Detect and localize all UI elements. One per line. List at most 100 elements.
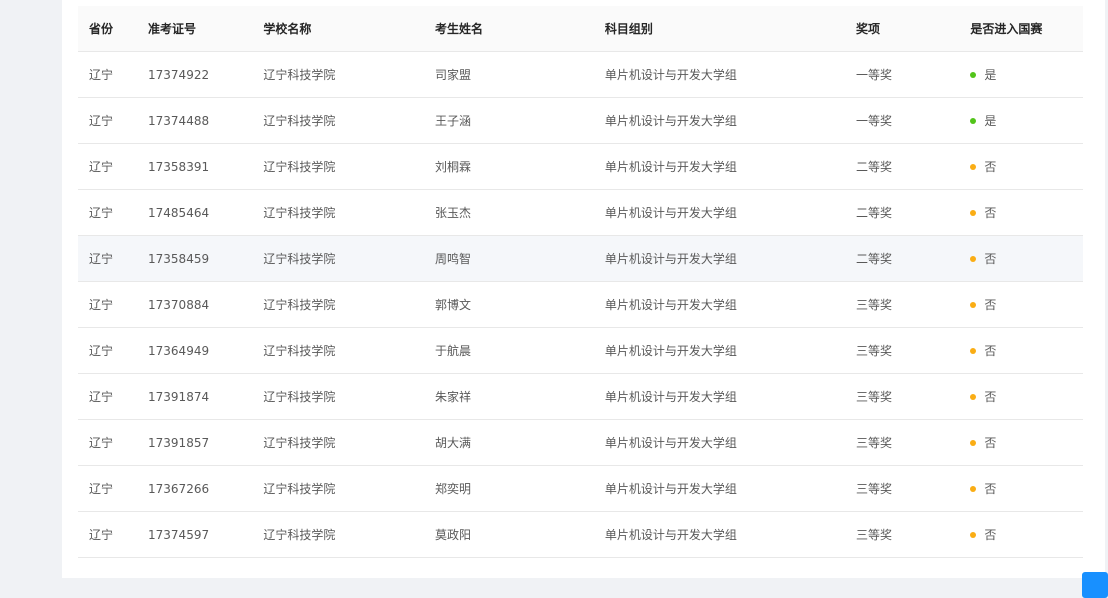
- cell-national-status: 否: [959, 388, 1083, 405]
- cell-award: 三等奖: [855, 436, 892, 450]
- cell-exam-id: 17358459: [148, 251, 210, 266]
- cell-province: 辽宁: [89, 390, 114, 404]
- cell-school: 辽宁科技学院: [263, 344, 336, 358]
- table-row[interactable]: 辽宁 17374922 辽宁科技学院 司家盟 单片机设计与开发大学组 一等奖 是: [78, 52, 1083, 98]
- cell-province: 辽宁: [89, 160, 114, 174]
- cell-group: 单片机设计与开发大学组: [604, 482, 737, 496]
- cell-exam-id: 17370884: [148, 297, 210, 312]
- cell-national-status: 否: [959, 526, 1083, 543]
- cell-province: 辽宁: [89, 298, 114, 312]
- status-dot-icon: [970, 485, 977, 492]
- cell-name: 胡大满: [435, 436, 472, 450]
- cell-group: 单片机设计与开发大学组: [604, 114, 737, 128]
- cell-school: 辽宁科技学院: [263, 252, 336, 266]
- table-row[interactable]: 辽宁 17367266 辽宁科技学院 郑奕明 单片机设计与开发大学组 三等奖 否: [78, 466, 1083, 512]
- cell-award: 二等奖: [855, 252, 892, 266]
- header-national[interactable]: 是否进入国赛: [959, 20, 1083, 37]
- status-label: 否: [984, 482, 997, 496]
- table-row[interactable]: 辽宁 17358391 辽宁科技学院 刘桐霖 单片机设计与开发大学组 二等奖 否: [78, 144, 1083, 190]
- cell-national-status: 否: [959, 434, 1083, 451]
- status-label: 是: [984, 114, 997, 128]
- table-body: 辽宁 17374922 辽宁科技学院 司家盟 单片机设计与开发大学组 一等奖是辽宁 1737…: [78, 52, 1083, 558]
- cell-name: 郑奕明: [435, 482, 472, 496]
- cell-exam-id: 17485464: [148, 205, 210, 220]
- status-dot-icon: [970, 163, 977, 170]
- table-header: 省份 准考证号 学校名称 考生姓名 科目组别 奖项 是否进入国赛: [78, 6, 1083, 52]
- table-row[interactable]: 辽宁 17374488 辽宁科技学院 王子涵 单片机设计与开发大学组 一等奖 是: [78, 98, 1083, 144]
- cell-province: 辽宁: [89, 436, 114, 450]
- table-row[interactable]: 辽宁 17370884 辽宁科技学院 郭博文 单片机设计与开发大学组 三等奖 否: [78, 282, 1083, 328]
- cell-award: 一等奖: [855, 68, 892, 82]
- cell-province: 辽宁: [89, 252, 114, 266]
- cell-exam-id: 17391857: [148, 435, 210, 450]
- cell-exam-id: 17374488: [148, 113, 210, 128]
- status-label: 否: [984, 252, 997, 266]
- header-province[interactable]: 省份: [78, 20, 137, 37]
- header-name[interactable]: 考生姓名: [424, 20, 594, 37]
- cell-group: 单片机设计与开发大学组: [604, 298, 737, 312]
- table-row[interactable]: 辽宁 17364949 辽宁科技学院 于航晨 单片机设计与开发大学组 三等奖 否: [78, 328, 1083, 374]
- cell-name: 莫政阳: [435, 528, 472, 542]
- status-label: 是: [984, 68, 997, 82]
- cell-national-status: 否: [959, 342, 1083, 359]
- cell-award: 二等奖: [855, 160, 892, 174]
- page-button-current[interactable]: [1082, 572, 1108, 598]
- status-dot-icon: [970, 117, 977, 124]
- cell-name: 周鸣智: [435, 252, 472, 266]
- status-label: 否: [984, 344, 997, 358]
- cell-award: 三等奖: [855, 390, 892, 404]
- status-dot-icon: [970, 255, 977, 262]
- status-dot-icon: [970, 71, 977, 78]
- cell-award: 三等奖: [855, 298, 892, 312]
- status-label: 否: [984, 390, 997, 404]
- status-dot-icon: [970, 301, 977, 308]
- header-school[interactable]: 学校名称: [252, 20, 424, 37]
- cell-name: 于航晨: [435, 344, 472, 358]
- cell-province: 辽宁: [89, 206, 114, 220]
- cell-name: 朱家祥: [435, 390, 472, 404]
- cell-group: 单片机设计与开发大学组: [604, 436, 737, 450]
- results-card: 省份 准考证号 学校名称 考生姓名 科目组别 奖项 是否进入国赛 辽宁 17374…: [62, 0, 1108, 598]
- cell-name: 张玉杰: [435, 206, 472, 220]
- cell-exam-id: 17367266: [148, 481, 210, 496]
- cell-school: 辽宁科技学院: [263, 114, 336, 128]
- cell-province: 辽宁: [89, 68, 114, 82]
- cell-national-status: 是: [959, 66, 1083, 83]
- cell-exam-id: 17374597: [148, 527, 210, 542]
- cell-school: 辽宁科技学院: [263, 298, 336, 312]
- pagination: [1082, 572, 1108, 598]
- header-group[interactable]: 科目组别: [594, 20, 845, 37]
- cell-group: 单片机设计与开发大学组: [604, 68, 737, 82]
- cell-group: 单片机设计与开发大学组: [604, 206, 737, 220]
- table-row[interactable]: 辽宁 17358459 辽宁科技学院 周鸣智 单片机设计与开发大学组 二等奖 否: [78, 236, 1083, 282]
- table-row[interactable]: 辽宁 17374597 辽宁科技学院 莫政阳 单片机设计与开发大学组 三等奖 否: [78, 512, 1083, 558]
- header-exam-id[interactable]: 准考证号: [137, 20, 252, 37]
- cell-school: 辽宁科技学院: [263, 160, 336, 174]
- cell-school: 辽宁科技学院: [263, 206, 336, 220]
- cell-group: 单片机设计与开发大学组: [604, 252, 737, 266]
- cell-exam-id: 17364949: [148, 343, 210, 358]
- cell-name: 司家盟: [435, 68, 472, 82]
- cell-award: 三等奖: [855, 344, 892, 358]
- status-dot-icon: [970, 209, 977, 216]
- cell-exam-id: 17374922: [148, 67, 210, 82]
- status-dot-icon: [970, 393, 977, 400]
- cell-province: 辽宁: [89, 114, 114, 128]
- cell-exam-id: 17391874: [148, 389, 210, 404]
- cell-name: 郭博文: [435, 298, 472, 312]
- header-award[interactable]: 奖项: [845, 20, 959, 37]
- cell-school: 辽宁科技学院: [263, 482, 336, 496]
- cell-national-status: 否: [959, 250, 1083, 267]
- status-dot-icon: [970, 347, 977, 354]
- table-row[interactable]: 辽宁 17391857 辽宁科技学院 胡大满 单片机设计与开发大学组 三等奖 否: [78, 420, 1083, 466]
- status-dot-icon: [970, 439, 977, 446]
- cell-name: 王子涵: [435, 114, 472, 128]
- cell-exam-id: 17358391: [148, 159, 210, 174]
- cell-group: 单片机设计与开发大学组: [604, 160, 737, 174]
- cell-name: 刘桐霖: [435, 160, 472, 174]
- table-row[interactable]: 辽宁 17391874 辽宁科技学院 朱家祥 单片机设计与开发大学组 三等奖 否: [78, 374, 1083, 420]
- cell-province: 辽宁: [89, 528, 114, 542]
- table-row[interactable]: 辽宁 17485464 辽宁科技学院 张玉杰 单片机设计与开发大学组 二等奖 否: [78, 190, 1083, 236]
- cell-group: 单片机设计与开发大学组: [604, 390, 737, 404]
- status-label: 否: [984, 298, 997, 312]
